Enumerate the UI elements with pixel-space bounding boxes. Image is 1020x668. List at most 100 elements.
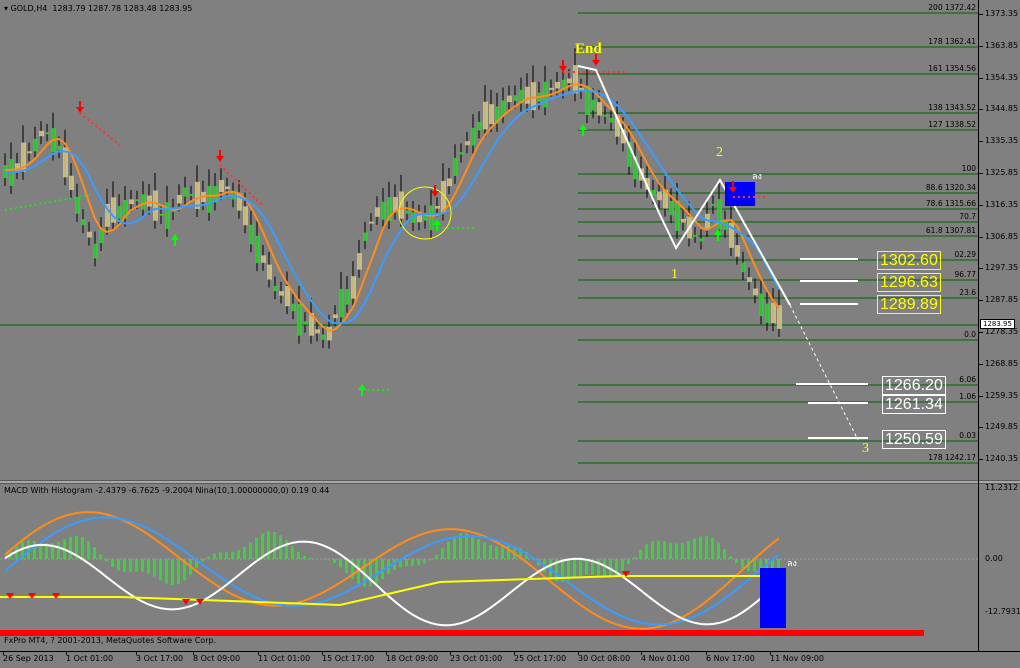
macd-main-line bbox=[5, 512, 779, 629]
down-arrow-icon bbox=[76, 107, 84, 113]
price-tick bbox=[979, 109, 983, 110]
macd-histogram-bar bbox=[309, 558, 312, 559]
macd-histogram-bar bbox=[477, 539, 480, 559]
up-arrow-icon bbox=[171, 234, 179, 240]
bear-candle bbox=[279, 291, 284, 295]
macd-histogram-bar bbox=[207, 557, 210, 559]
macd-histogram-bar bbox=[429, 559, 432, 560]
bull-candle bbox=[711, 204, 716, 206]
macd-histogram-bar bbox=[657, 540, 660, 559]
bear-candle bbox=[69, 176, 74, 190]
bull-candle bbox=[603, 115, 608, 117]
macd-histogram-bar bbox=[87, 541, 90, 559]
macd-histogram-bar bbox=[417, 559, 420, 565]
wave-label-3: 3 bbox=[862, 441, 869, 457]
fib-level-label: 0.03 bbox=[959, 431, 976, 440]
bull-candle bbox=[321, 334, 326, 339]
macd-histogram-bar bbox=[501, 546, 504, 559]
signal-trail bbox=[80, 113, 120, 145]
time-axis-label: 8 Oct 09:00 bbox=[193, 654, 240, 663]
fib-level-label: 127 1338.52 bbox=[928, 120, 976, 129]
bull-candle bbox=[99, 229, 104, 243]
macd-histogram-bar bbox=[735, 559, 738, 563]
price-axis-label: 1268.85 bbox=[985, 359, 1018, 368]
bear-candle bbox=[219, 180, 224, 192]
nina-signal-line bbox=[0, 576, 760, 605]
bear-candle bbox=[147, 196, 152, 207]
bear-candle bbox=[39, 131, 44, 136]
bull-candle bbox=[609, 118, 614, 122]
fib-level-label: 23.6 bbox=[959, 288, 976, 297]
macd-histogram-bar bbox=[435, 555, 438, 559]
macd-histogram-bar bbox=[405, 559, 408, 566]
macd-histogram-bar bbox=[375, 559, 378, 584]
macd-histogram-bar bbox=[681, 543, 684, 559]
price-axis-label: 1373.35 bbox=[985, 9, 1018, 18]
bull-candle bbox=[255, 236, 260, 263]
bear-candle bbox=[357, 253, 362, 270]
macd-pane[interactable] bbox=[0, 484, 978, 651]
time-tick bbox=[66, 652, 67, 655]
time-axis-label: 11 Nov 09:00 bbox=[770, 654, 824, 663]
time-tick bbox=[322, 652, 323, 655]
macd-histogram-bar bbox=[291, 546, 294, 559]
target-upper-2: 1296.63 bbox=[877, 273, 941, 292]
time-tick bbox=[193, 652, 194, 655]
macd-down-arrow-icon bbox=[182, 599, 190, 605]
macd-histogram-bar bbox=[705, 536, 708, 559]
macd-histogram-bar bbox=[453, 536, 456, 559]
time-axis[interactable]: 26 Sep 20131 Oct 01:003 Oct 17:008 Oct 0… bbox=[0, 651, 1020, 668]
nina-line bbox=[5, 542, 779, 626]
bull-candle bbox=[759, 294, 764, 317]
macd-histogram-bar bbox=[135, 559, 138, 572]
bear-candle bbox=[555, 82, 560, 88]
macd-histogram-bar bbox=[159, 559, 162, 580]
price-tick bbox=[979, 173, 983, 174]
bull-candle bbox=[303, 321, 308, 324]
bull-candle bbox=[141, 194, 146, 209]
bear-candle bbox=[483, 102, 488, 130]
bear-candle bbox=[333, 314, 338, 318]
wave-line bbox=[578, 66, 790, 305]
bull-candle bbox=[381, 202, 386, 220]
macd-canvas bbox=[0, 484, 978, 651]
macd-histogram-bar bbox=[345, 559, 348, 573]
bull-candle bbox=[693, 235, 698, 237]
bull-candle bbox=[717, 199, 722, 229]
macd-histogram-bar bbox=[675, 543, 678, 559]
time-tick bbox=[386, 652, 387, 655]
bull-candle bbox=[339, 289, 344, 317]
target-lower-2: 1261.34 bbox=[882, 395, 946, 414]
macd-histogram-bar bbox=[423, 559, 426, 564]
macd-histogram-bar bbox=[249, 542, 252, 559]
bull-candle bbox=[189, 194, 194, 196]
bear-candle bbox=[507, 96, 512, 102]
macd-histogram-bar bbox=[141, 559, 144, 572]
macd-histogram-bar bbox=[57, 542, 60, 559]
macd-histogram-bar bbox=[633, 557, 636, 559]
macd-axis-label: 11.2312 bbox=[985, 483, 1018, 492]
time-axis-label: 1 Oct 01:00 bbox=[66, 654, 113, 663]
macd-histogram-bar bbox=[645, 544, 648, 559]
target-upper-1: 1302.60 bbox=[877, 251, 941, 270]
end-label: End bbox=[575, 41, 602, 58]
time-tick bbox=[450, 652, 451, 655]
macd-histogram-bar bbox=[651, 541, 654, 559]
bull-candle bbox=[291, 304, 296, 312]
price-chart-pane[interactable] bbox=[0, 0, 978, 480]
macd-histogram-bar bbox=[297, 552, 300, 559]
bull-candle bbox=[297, 304, 302, 336]
price-axis-label: 1240.35 bbox=[985, 454, 1018, 463]
macd-histogram-bar bbox=[621, 559, 624, 571]
fib-level-label: 61.8 1307.81 bbox=[926, 226, 976, 235]
bull-candle bbox=[135, 199, 140, 201]
time-tick bbox=[514, 652, 515, 655]
fib-level-label: 78.6 1315.66 bbox=[926, 199, 976, 208]
wave-label-2: 2 bbox=[716, 145, 723, 161]
fib-level-label: 96.77 bbox=[955, 270, 976, 279]
time-tick bbox=[641, 652, 642, 655]
bull-candle bbox=[117, 206, 122, 219]
macd-histogram-bar bbox=[447, 542, 450, 559]
bull-candle bbox=[93, 244, 98, 259]
bull-candle bbox=[669, 201, 674, 215]
